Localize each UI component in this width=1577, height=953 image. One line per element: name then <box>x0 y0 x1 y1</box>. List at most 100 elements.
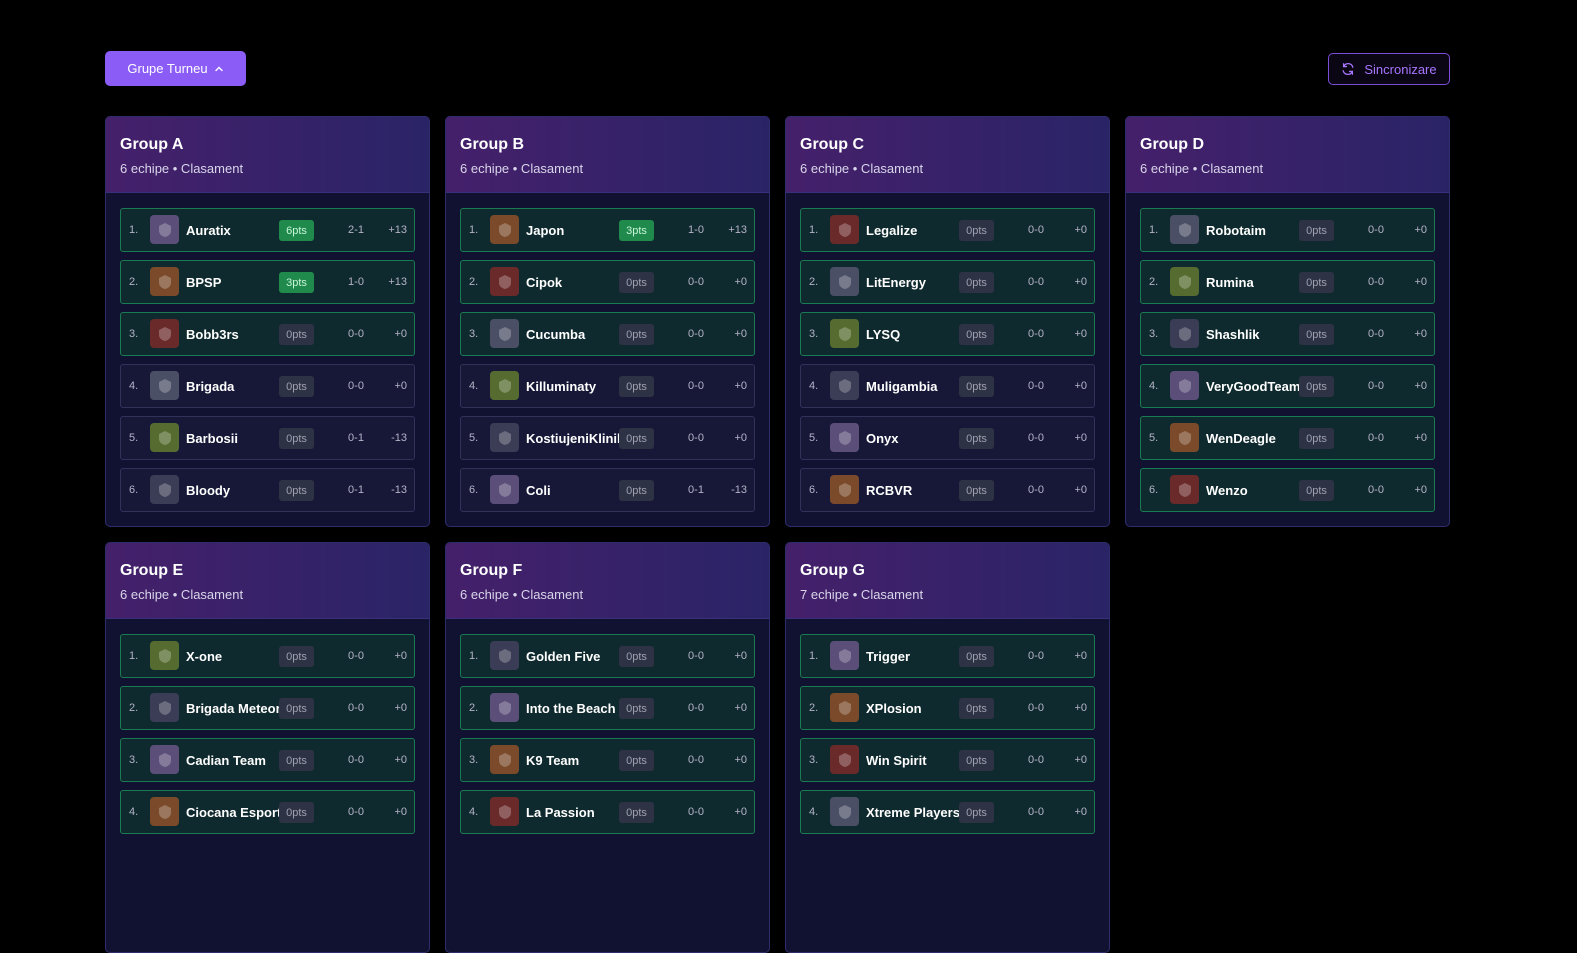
win-loss-record: 0-0 <box>1028 432 1044 444</box>
points-badge: 0pts <box>1299 272 1334 293</box>
team-row[interactable]: 2. Cipok 0pts 0-0 +0 <box>460 260 755 304</box>
team-name: BPSP <box>186 274 222 290</box>
team-rank: 5. <box>469 432 479 444</box>
round-difference: +0 <box>394 650 407 662</box>
team-row[interactable]: 4. VeryGoodTeam 0pts 0-0 +0 <box>1140 364 1435 408</box>
team-row[interactable]: 1. X-one 0pts 0-0 +0 <box>120 634 415 678</box>
round-difference: +0 <box>1074 484 1087 496</box>
team-logo-icon <box>830 423 859 452</box>
team-row[interactable]: 2. BPSP 3pts 1-0 +13 <box>120 260 415 304</box>
points-badge: 0pts <box>1299 480 1334 501</box>
group-card: Group F 6 echipe • Clasament 1. Golden Five… <box>445 542 770 953</box>
team-name: KostiujeniKlinik <box>526 430 625 446</box>
groups-toggle-button[interactable]: Grupe Turneu <box>105 51 246 86</box>
points-badge: 0pts <box>279 324 314 345</box>
win-loss-record: 1-0 <box>688 224 704 236</box>
team-row[interactable]: 3. Cucumba 0pts 0-0 +0 <box>460 312 755 356</box>
team-row[interactable]: 1. Auratix 6pts 2-1 +13 <box>120 208 415 252</box>
points-badge: 0pts <box>619 646 654 667</box>
group-title: Group A <box>120 136 184 153</box>
points-badge: 0pts <box>1299 376 1334 397</box>
win-loss-record: 0-0 <box>1028 650 1044 662</box>
group-header: Group B 6 echipe • Clasament <box>446 117 769 193</box>
team-row[interactable]: 4. Xtreme Players 0pts 0-0 +0 <box>800 790 1095 834</box>
team-row[interactable]: 2. Brigada Meteor 0pts 0-0 +0 <box>120 686 415 730</box>
team-row[interactable]: 4. La Passion 0pts 0-0 +0 <box>460 790 755 834</box>
win-loss-record: 0-0 <box>348 328 364 340</box>
team-row[interactable]: 3. K9 Team 0pts 0-0 +0 <box>460 738 755 782</box>
points-badge: 0pts <box>619 802 654 823</box>
standings-list: 1. Auratix 6pts 2-1 +13 2. BPSP 3pts 1-0 +13 3. Bob… <box>106 193 429 512</box>
team-row[interactable]: 5. KostiujeniKlinik 0pts 0-0 +0 <box>460 416 755 460</box>
win-loss-record: 0-1 <box>348 484 364 496</box>
points-badge: 0pts <box>959 220 994 241</box>
win-loss-record: 0-0 <box>688 754 704 766</box>
round-difference: +0 <box>1414 328 1427 340</box>
points-badge: 0pts <box>1299 220 1334 241</box>
round-difference: +0 <box>1414 224 1427 236</box>
team-rank: 2. <box>809 276 819 288</box>
team-logo-icon <box>490 745 519 774</box>
team-logo-icon <box>1170 319 1199 348</box>
sync-button[interactable]: Sincronizare <box>1328 53 1450 85</box>
team-row[interactable]: 3. Bobb3rs 0pts 0-0 +0 <box>120 312 415 356</box>
team-name: Killuminaty <box>526 378 597 394</box>
team-row[interactable]: 2. XPlosion 0pts 0-0 +0 <box>800 686 1095 730</box>
team-row[interactable]: 1. Trigger 0pts 0-0 +0 <box>800 634 1095 678</box>
round-difference: +0 <box>1074 224 1087 236</box>
team-row[interactable]: 1. Japon 3pts 1-0 +13 <box>460 208 755 252</box>
team-logo-icon <box>1170 371 1199 400</box>
team-row[interactable]: 3. Cadian Team 0pts 0-0 +0 <box>120 738 415 782</box>
team-rank: 3. <box>809 328 819 340</box>
group-card: Group B 6 echipe • Clasament 1. Japon 3pts 1-… <box>445 116 770 527</box>
team-row[interactable]: 1. Robotaim 0pts 0-0 +0 <box>1140 208 1435 252</box>
team-name: Auratix <box>186 222 231 238</box>
round-difference: +0 <box>394 380 407 392</box>
team-row[interactable]: 4. Brigada 0pts 0-0 +0 <box>120 364 415 408</box>
team-row[interactable]: 6. Coli 0pts 0-1 -13 <box>460 468 755 512</box>
team-row[interactable]: 5. Barbosii 0pts 0-1 -13 <box>120 416 415 460</box>
team-rank: 4. <box>809 380 819 392</box>
team-row[interactable]: 4. Killuminaty 0pts 0-0 +0 <box>460 364 755 408</box>
team-row[interactable]: 6. RCBVR 0pts 0-0 +0 <box>800 468 1095 512</box>
team-row[interactable]: 2. LitEnergy 0pts 0-0 +0 <box>800 260 1095 304</box>
team-logo-icon <box>150 745 179 774</box>
team-row[interactable]: 2. Into the Beach 0pts 0-0 +0 <box>460 686 755 730</box>
points-badge: 0pts <box>279 428 314 449</box>
team-name: K9 Team <box>526 752 580 768</box>
win-loss-record: 0-1 <box>348 432 364 444</box>
points-badge: 0pts <box>959 698 994 719</box>
round-difference: +0 <box>734 806 747 818</box>
team-row[interactable]: 4. Ciocana Esports 0pts 0-0 +0 <box>120 790 415 834</box>
team-row[interactable]: 1. Legalize 0pts 0-0 +0 <box>800 208 1095 252</box>
team-rank: 2. <box>469 276 479 288</box>
team-name: Shashlik <box>1206 326 1260 342</box>
team-row[interactable]: 6. Wenzo 0pts 0-0 +0 <box>1140 468 1435 512</box>
team-name: Ciocana Esports <box>186 804 289 820</box>
team-row[interactable]: 1. Golden Five 0pts 0-0 +0 <box>460 634 755 678</box>
team-name: Muligambia <box>866 378 938 394</box>
win-loss-record: 0-0 <box>348 806 364 818</box>
team-row[interactable]: 3. LYSQ 0pts 0-0 +0 <box>800 312 1095 356</box>
group-card: Group A 6 echipe • Clasament 1. Auratix 6pts… <box>105 116 430 527</box>
team-row[interactable]: 6. Bloody 0pts 0-1 -13 <box>120 468 415 512</box>
team-logo-icon <box>1170 215 1199 244</box>
team-row[interactable]: 3. Shashlik 0pts 0-0 +0 <box>1140 312 1435 356</box>
toolbar: Grupe Turneu Sincronizare <box>105 51 1450 87</box>
team-rank: 5. <box>129 432 139 444</box>
team-row[interactable]: 3. Win Spirit 0pts 0-0 +0 <box>800 738 1095 782</box>
team-row[interactable]: 4. Muligambia 0pts 0-0 +0 <box>800 364 1095 408</box>
team-row[interactable]: 2. Rumina 0pts 0-0 +0 <box>1140 260 1435 304</box>
round-difference: +0 <box>1074 328 1087 340</box>
team-name: WenDeagle <box>1206 430 1276 446</box>
group-subtitle: 6 echipe • Clasament <box>1140 161 1264 176</box>
team-row[interactable]: 5. Onyx 0pts 0-0 +0 <box>800 416 1095 460</box>
team-logo-icon <box>150 423 179 452</box>
team-logo-icon <box>830 371 859 400</box>
team-name: Cucumba <box>526 326 586 342</box>
team-rank: 4. <box>129 380 139 392</box>
team-logo-icon <box>490 693 519 722</box>
team-row[interactable]: 5. WenDeagle 0pts 0-0 +0 <box>1140 416 1435 460</box>
team-rank: 4. <box>469 380 479 392</box>
team-logo-icon <box>150 475 179 504</box>
